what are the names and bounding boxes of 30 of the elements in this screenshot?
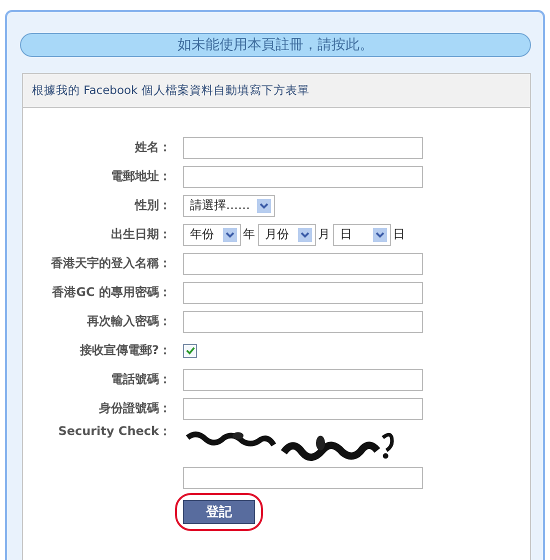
field-label: 香港天宇的登入名稱：	[50, 255, 172, 272]
dropdown[interactable]: 年份	[183, 224, 241, 246]
header-text: 根據我的 Facebook 個人檔案資料自動填寫下方表單	[32, 83, 310, 97]
input-field[interactable]	[183, 136, 423, 158]
input-field[interactable]	[183, 368, 423, 390]
input-field[interactable]	[183, 252, 423, 274]
dropdown[interactable]: 日	[333, 224, 391, 246]
input-field[interactable]	[183, 166, 423, 188]
field-label: 身份證號碼：	[98, 400, 172, 417]
field-label: 香港GC 的專用密碼：	[51, 284, 172, 301]
dropdown[interactable]: 月份	[258, 224, 316, 246]
field-label: 電郵地址：	[110, 168, 172, 185]
field-label: 姓名：	[134, 139, 172, 156]
register-elsewhere-link[interactable]: 如未能使用本頁註冊，請按此。	[20, 33, 531, 57]
input-field[interactable]	[183, 310, 423, 332]
input-field[interactable]	[183, 282, 423, 304]
checkbox[interactable]	[183, 344, 197, 358]
field-label: 出生日期：	[110, 226, 172, 243]
field-label: Security Check：	[57, 423, 172, 440]
field-label: 性別：	[134, 197, 172, 214]
input-field[interactable]	[183, 398, 423, 420]
register-button[interactable]: 登記	[183, 500, 255, 524]
field-label: 再次輸入密碼：	[86, 313, 172, 330]
input-field[interactable]	[183, 467, 423, 489]
date-unit: 日	[393, 226, 405, 243]
dropdown[interactable]: 請選擇……	[183, 194, 275, 216]
field-label: 電話號碼：	[110, 371, 172, 388]
field-label: 接收宣傳電郵?：	[78, 342, 172, 359]
date-unit: 年	[243, 226, 255, 243]
date-unit: 月	[318, 226, 330, 243]
